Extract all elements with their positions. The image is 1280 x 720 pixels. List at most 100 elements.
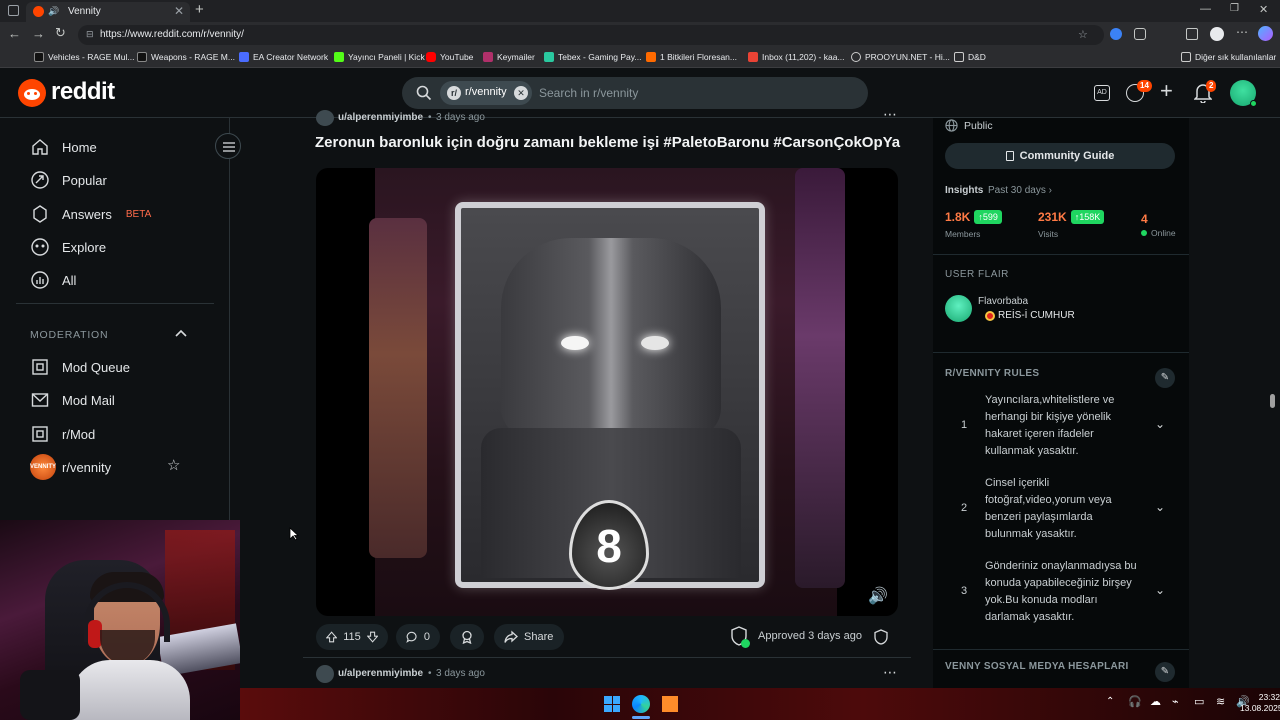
flair-avatar[interactable]: [945, 295, 972, 322]
cloud-tray-icon[interactable]: ☁: [1150, 695, 1161, 708]
extensions-icon[interactable]: [1134, 28, 1146, 40]
downvote-icon[interactable]: [366, 630, 378, 644]
start-menu-icon[interactable]: [604, 696, 620, 712]
subreddit-filter-chip[interactable]: r/ r/vennity ✕: [440, 81, 532, 105]
tray-chevron-icon[interactable]: ⌃: [1106, 696, 1114, 707]
collapse-sidebar-button[interactable]: [215, 133, 241, 159]
bookmarks-bar: Vehicles - RAGE Mul... Weapons - RAGE M.…: [0, 48, 1280, 68]
chevron-down-icon[interactable]: ⌄: [1155, 582, 1165, 599]
create-post-icon[interactable]: +: [1160, 78, 1173, 104]
nav-rmod[interactable]: r/Mod: [30, 424, 95, 444]
nav-rvennity[interactable]: VENNITY r/vennity: [30, 454, 111, 480]
nav-answers[interactable]: Answers BETA: [30, 204, 151, 224]
insights-label: Insights: [945, 185, 984, 196]
nav-all[interactable]: All: [30, 270, 76, 290]
usb-tray-icon[interactable]: ⌁: [1172, 695, 1179, 708]
post-time: 3 days ago: [436, 112, 485, 123]
bookmark-item[interactable]: PROOYUN.NET - Hi...: [851, 52, 950, 62]
bookmark-item[interactable]: D&D: [954, 52, 986, 62]
upvote-icon[interactable]: [326, 630, 338, 644]
edge-browser-icon[interactable]: [632, 695, 650, 713]
bookmark-item[interactable]: Yayıncı Paneli | Kick: [334, 52, 425, 62]
minimize-icon[interactable]: —: [1200, 3, 1211, 15]
post-options-icon[interactable]: ⋯: [883, 664, 897, 681]
mod-actions-shield-icon[interactable]: [874, 629, 888, 645]
page-scrollbar-thumb[interactable]: [1270, 394, 1275, 408]
nav-explore[interactable]: Explore: [30, 237, 106, 257]
golem-eye-right: [641, 336, 669, 350]
explore-icon: [31, 238, 49, 256]
url-field[interactable]: ⊟ https://www.reddit.com/r/vennity/ ☆: [78, 25, 1104, 45]
remove-filter-icon[interactable]: ✕: [514, 86, 528, 100]
share-button[interactable]: Share: [494, 624, 564, 650]
nav-popular[interactable]: Popular: [30, 170, 107, 190]
comments-button[interactable]: 0: [396, 624, 440, 650]
browser-tab[interactable]: 🔊 Vennity ✕: [26, 2, 190, 22]
bookmark-item[interactable]: YouTube: [426, 52, 473, 62]
rage-icon: [137, 52, 147, 62]
favorite-star-icon[interactable]: ☆: [1078, 28, 1088, 41]
all-icon: [31, 271, 49, 289]
bookmark-label: EA Creator Network: [253, 52, 329, 62]
profile-icon[interactable]: [1258, 26, 1273, 41]
insights-period[interactable]: Past 30 days ›: [988, 185, 1052, 196]
extension-icon[interactable]: [1110, 28, 1122, 40]
maximize-icon[interactable]: ❐: [1230, 3, 1239, 14]
bookmark-item[interactable]: Inbox (11,202) - kaa...: [748, 52, 845, 62]
next-post-author[interactable]: u/alperenmiyimbe: [338, 668, 423, 679]
reload-icon[interactable]: ↻: [55, 25, 66, 41]
other-bookmarks[interactable]: Diğer sık kullanılanlar: [1181, 52, 1276, 62]
nav-home[interactable]: Home: [30, 137, 97, 157]
back-icon[interactable]: ←: [8, 26, 21, 41]
more-options-icon[interactable]: ⋯: [1236, 25, 1248, 39]
collections-icon[interactable]: [1186, 28, 1198, 40]
chevron-up-icon[interactable]: [175, 329, 187, 337]
author-avatar[interactable]: [316, 110, 334, 126]
award-button[interactable]: [450, 624, 484, 650]
nav-mod-mail[interactable]: Mod Mail: [30, 390, 115, 410]
headset-tray-icon[interactable]: 🎧: [1128, 695, 1142, 708]
keymailer-icon: [483, 52, 493, 62]
chevron-down-icon[interactable]: ⌄: [1155, 499, 1165, 516]
display-tray-icon[interactable]: ▭: [1194, 695, 1204, 708]
forward-icon[interactable]: →: [32, 26, 45, 41]
bookmark-item[interactable]: Tebex - Gaming Pay...: [544, 52, 641, 62]
app-icon[interactable]: [662, 696, 678, 712]
bookmark-item[interactable]: EA Creator Network: [239, 52, 328, 62]
visits-delta-value: 158K: [1079, 212, 1101, 222]
bookmark-item[interactable]: 1 Bitkileri Floresan...: [646, 52, 737, 62]
nav-mod-queue[interactable]: Mod Queue: [30, 357, 130, 377]
vpn-icon[interactable]: [1210, 27, 1224, 41]
author-avatar[interactable]: [316, 665, 334, 683]
flair-tag[interactable]: REİS-İ CUMHUR: [985, 310, 1075, 321]
members-delta: ↑599: [974, 210, 1002, 224]
edit-social-pencil-icon[interactable]: ✎: [1155, 662, 1175, 682]
post-options-icon[interactable]: ⋯: [883, 106, 897, 123]
chevron-down-icon[interactable]: ⌄: [1155, 416, 1165, 433]
new-tab-icon[interactable]: +: [195, 1, 204, 18]
post-title[interactable]: Zeronun baronluk için doğru zamanı bekle…: [315, 134, 905, 151]
edit-rules-pencil-icon[interactable]: ✎: [1155, 368, 1175, 388]
reddit-logo-icon[interactable]: [18, 79, 46, 107]
search-bar[interactable]: r/ r/vennity ✕ Search in r/vennity: [402, 77, 868, 109]
bookmark-label: Yayıncı Paneli | Kick: [348, 52, 425, 62]
community-guide-button[interactable]: Community Guide: [945, 143, 1175, 169]
bookmark-item[interactable]: Keymailer: [483, 52, 535, 62]
advertise-icon[interactable]: AD: [1094, 85, 1110, 101]
post-author[interactable]: u/alperenmiyimbe: [338, 112, 423, 123]
close-window-icon[interactable]: ✕: [1259, 3, 1268, 16]
close-tab-icon[interactable]: ✕: [174, 4, 184, 18]
golem-card: 8: [455, 202, 765, 590]
system-clock[interactable]: 23:32 13.08.2025: [1240, 692, 1280, 714]
audio-icon[interactable]: 🔊: [48, 6, 59, 17]
bookmark-item[interactable]: Vehicles - RAGE Mul...: [34, 52, 134, 62]
wifi-tray-icon[interactable]: ≋: [1216, 695, 1225, 708]
post-video[interactable]: 8 🔊: [316, 168, 898, 616]
bookmark-label: Keymailer: [497, 52, 535, 62]
search-placeholder: Search in r/vennity: [539, 86, 639, 100]
favorite-star-icon[interactable]: ☆: [167, 456, 180, 474]
site-info-icon[interactable]: ⊟: [86, 29, 94, 40]
tab-actions-icon[interactable]: [8, 5, 19, 16]
bookmark-item[interactable]: Weapons - RAGE M...: [137, 52, 235, 62]
volume-icon[interactable]: 🔊: [868, 586, 888, 606]
